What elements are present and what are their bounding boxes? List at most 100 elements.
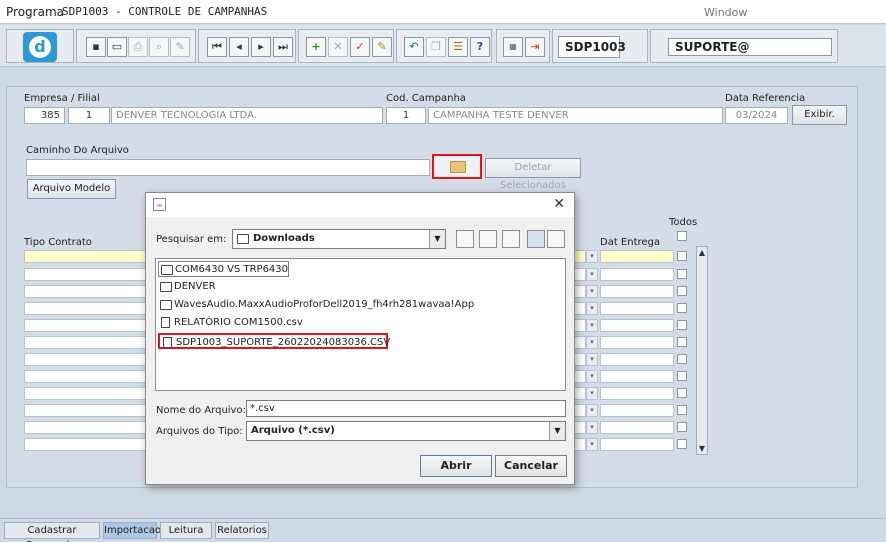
list-item[interactable]: SDP1003_SUPORTE_26022024083036.CSV	[158, 333, 390, 349]
campanha-name-field: CAMPANHA TESTE DENVER	[428, 107, 723, 124]
list-item[interactable]: WavesAudio.MaxxAudioProforDell2019_fh4rh…	[158, 297, 474, 313]
file-name-input[interactable]: *.csv	[246, 400, 566, 417]
edit-icon[interactable]: ✎	[372, 37, 392, 57]
home-icon[interactable]	[479, 230, 497, 248]
chevron-down-icon[interactable]: ▾	[586, 438, 598, 451]
file-chooser-dialog: ☕ ✕ Pesquisar em: Downloads ▼ COM6430 VS…	[145, 192, 575, 485]
arquivo-modelo-button[interactable]: Arquivo Modelo	[27, 179, 116, 199]
up-folder-icon[interactable]	[456, 230, 474, 248]
data-referencia-field[interactable]: 03/2024	[725, 107, 788, 124]
delete-icon[interactable]: ✕	[328, 37, 348, 57]
row-checkbox[interactable]	[677, 286, 687, 296]
filial-code-field[interactable]: 1	[68, 107, 110, 124]
todos-checkbox[interactable]	[677, 231, 687, 241]
app-logo: d	[23, 32, 57, 62]
chevron-down-icon[interactable]: ▼	[429, 230, 445, 248]
chevron-down-icon[interactable]: ▾	[586, 268, 598, 281]
dat-entrega-cell[interactable]	[600, 336, 674, 349]
caminho-arquivo-label: Caminho Do Arquivo	[26, 145, 129, 156]
help-icon[interactable]: ?	[470, 37, 490, 57]
dat-entrega-cell[interactable]	[600, 387, 674, 400]
cancelar-button[interactable]: Cancelar	[495, 455, 567, 477]
scroll-up-icon[interactable]: ▲	[698, 248, 706, 257]
menu-icon[interactable]: ▦	[503, 37, 523, 57]
dat-entrega-cell[interactable]	[600, 353, 674, 366]
prev-record-icon[interactable]: ◂	[229, 37, 249, 57]
abrir-button[interactable]: Abrir	[420, 455, 492, 477]
first-record-icon[interactable]: ⏮	[207, 37, 227, 57]
look-in-combo[interactable]: Downloads ▼	[232, 229, 446, 249]
tab-relatorios[interactable]: Relatorios	[215, 522, 269, 539]
dat-entrega-cell[interactable]	[600, 438, 674, 451]
row-checkbox[interactable]	[677, 371, 687, 381]
check-icon[interactable]: ✓	[350, 37, 370, 57]
empresa-code-field[interactable]: 385	[24, 107, 65, 124]
dat-entrega-cell[interactable]	[600, 370, 674, 383]
campanha-code-field[interactable]: 1	[386, 107, 426, 124]
copy-icon[interactable]: ❐	[426, 37, 446, 57]
row-checkbox[interactable]	[677, 388, 687, 398]
grid-scrollbar[interactable]: ▲ ▼	[696, 246, 708, 455]
list-item[interactable]: RELATÓRIO COM1500.csv	[158, 315, 303, 331]
deletar-selecionados-button[interactable]: Deletar Selecionados	[485, 158, 581, 191]
details-view-icon[interactable]	[547, 230, 565, 248]
dat-entrega-cell[interactable]	[600, 302, 674, 315]
file-type-combo[interactable]: Arquivo (*.csv) ▼	[246, 421, 566, 441]
row-checkbox[interactable]	[677, 405, 687, 415]
new-folder-icon[interactable]	[502, 230, 520, 248]
tab-cadastrar-campanha[interactable]: Cadastrar Campanha	[4, 522, 100, 542]
close-icon[interactable]: ✕	[553, 196, 565, 212]
file-list[interactable]: COM6430 VS TRP6430 DENVER WavesAudio.Max…	[155, 258, 566, 391]
row-checkbox[interactable]	[677, 303, 687, 313]
chevron-down-icon[interactable]: ▾	[586, 302, 598, 315]
tools-icon[interactable]: ✎	[170, 37, 190, 57]
chevron-down-icon[interactable]: ▾	[586, 250, 598, 263]
row-checkbox[interactable]	[677, 320, 687, 330]
dat-entrega-cell[interactable]	[600, 421, 674, 434]
undo-icon[interactable]: ↶	[404, 37, 424, 57]
add-icon[interactable]: +	[306, 37, 326, 57]
exit-icon[interactable]: ⇥	[525, 37, 545, 57]
empresa-label: Empresa / Filial	[24, 93, 100, 104]
chevron-down-icon[interactable]: ▾	[586, 421, 598, 434]
next-record-icon[interactable]: ▸	[251, 37, 271, 57]
window-title: SDP1003 - CONTROLE DE CAMPANHAS	[62, 5, 268, 18]
last-record-icon[interactable]: ⏭	[273, 37, 293, 57]
chevron-down-icon[interactable]: ▾	[586, 285, 598, 298]
folder-icon	[161, 265, 173, 275]
tab-importacao[interactable]: Importacao	[103, 522, 161, 539]
caminho-arquivo-field[interactable]	[26, 159, 430, 176]
chevron-down-icon[interactable]: ▾	[586, 336, 598, 349]
dat-entrega-cell[interactable]	[600, 404, 674, 417]
browse-folder-button[interactable]	[432, 154, 482, 179]
chevron-down-icon[interactable]: ▼	[549, 422, 565, 440]
row-checkbox[interactable]	[677, 354, 687, 364]
list-item[interactable]: DENVER	[158, 279, 216, 295]
dat-entrega-cell[interactable]	[600, 285, 674, 298]
print-icon[interactable]: ⎙	[128, 37, 148, 57]
chevron-down-icon[interactable]: ▾	[586, 404, 598, 417]
chevron-down-icon[interactable]: ▾	[586, 370, 598, 383]
row-checkbox[interactable]	[677, 337, 687, 347]
chevron-down-icon[interactable]: ▾	[586, 319, 598, 332]
row-checkbox[interactable]	[677, 251, 687, 261]
exibir-button[interactable]: Exibir.	[792, 105, 847, 125]
program-menu[interactable]: Programa	[6, 5, 64, 19]
dat-entrega-cell[interactable]	[600, 250, 674, 263]
row-checkbox[interactable]	[677, 439, 687, 449]
dat-entrega-cell[interactable]	[600, 268, 674, 281]
window-menu[interactable]: Window	[704, 6, 747, 19]
row-checkbox[interactable]	[677, 422, 687, 432]
chevron-down-icon[interactable]: ▾	[586, 387, 598, 400]
scroll-down-icon[interactable]: ▼	[698, 444, 706, 453]
chevron-down-icon[interactable]: ▾	[586, 353, 598, 366]
tab-leitura[interactable]: Leitura	[160, 522, 212, 539]
dat-entrega-cell[interactable]	[600, 319, 674, 332]
row-checkbox[interactable]	[677, 269, 687, 279]
save-icon[interactable]: ▪	[86, 37, 106, 57]
list-view-icon[interactable]	[527, 230, 545, 248]
list-item[interactable]: COM6430 VS TRP6430	[158, 261, 290, 277]
search-icon[interactable]: ⌕	[149, 37, 169, 57]
screen-icon[interactable]: ▭	[107, 37, 127, 57]
list-icon[interactable]: ☰	[448, 37, 468, 57]
